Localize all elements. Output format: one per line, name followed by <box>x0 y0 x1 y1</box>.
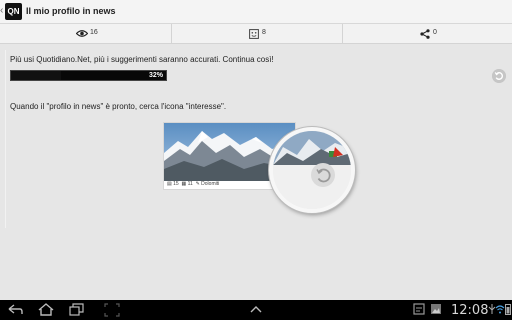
action-bar: ‹ QN Il mio profilo in news <box>0 0 512 24</box>
stat-views[interactable]: 16 <box>0 24 170 44</box>
recent-apps-icon[interactable] <box>68 303 86 317</box>
magnifier-lens <box>269 127 355 213</box>
stat-views-value: 16 <box>90 29 98 36</box>
eye-icon <box>76 30 88 37</box>
card-comments: 11 <box>187 181 193 187</box>
battery-icon <box>505 304 511 315</box>
up-icon[interactable] <box>249 303 263 317</box>
profile-panel: Più usi Quotidiano.Net, più i suggerimen… <box>5 50 507 228</box>
profile-progress-bar: 32% <box>10 70 167 81</box>
chevron-left-icon[interactable]: ‹ <box>0 5 3 16</box>
screenshot-icon[interactable] <box>104 303 120 317</box>
profile-message: Più usi Quotidiano.Net, più i suggerimen… <box>10 55 274 64</box>
progress-label: 32% <box>148 72 163 79</box>
card-tag: Dolomiti <box>201 181 220 187</box>
stat-shares[interactable]: 0 <box>342 24 512 44</box>
stat-shares-value: 0 <box>433 29 437 36</box>
home-icon[interactable] <box>37 303 55 317</box>
svg-text:QN: QN <box>8 7 20 16</box>
wifi-icon <box>495 305 505 314</box>
card-meta: ▤ 15 ▦ 11 ✎ Dolomiti <box>167 181 220 187</box>
photo-icon[interactable] <box>430 303 442 315</box>
stat-likes-value: 8 <box>262 29 266 36</box>
stat-likes[interactable]: 8 <box>171 24 341 44</box>
interest-icon[interactable] <box>492 69 506 83</box>
face-icon <box>249 29 259 39</box>
notification-icon[interactable] <box>413 303 425 315</box>
clock[interactable]: 12:08 <box>451 303 488 318</box>
magnified-view <box>273 131 351 209</box>
back-icon[interactable] <box>6 303 24 317</box>
stats-bar: 16 8 0 <box>0 24 512 44</box>
share-icon <box>420 29 430 39</box>
progress-fill <box>11 71 61 80</box>
card-views: 15 <box>173 181 179 187</box>
hint-message: Quando il "profilo in news" è pronto, ce… <box>10 102 227 111</box>
system-bar: 12:08 <box>0 300 512 320</box>
app-logo[interactable]: QN <box>5 3 22 20</box>
page-title: Il mio profilo in news <box>26 6 116 16</box>
